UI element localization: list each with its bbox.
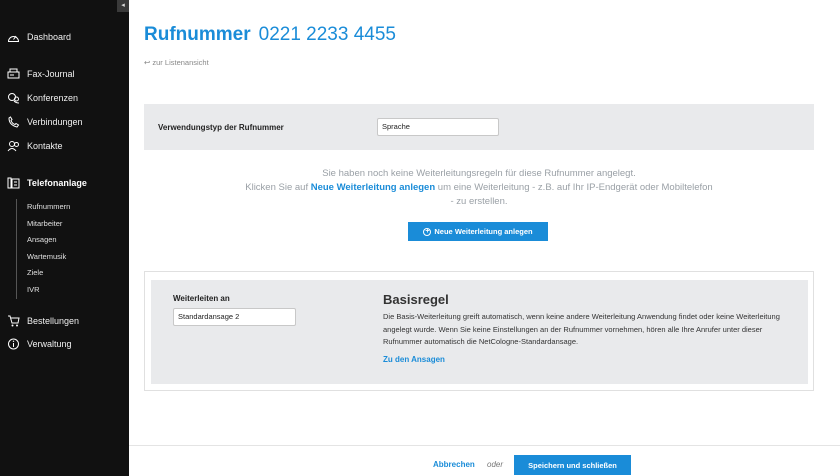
no-rules-line1: Sie haben noch keine Weiterleitungsregel… [322,168,636,179]
sidebar-item-telefonanlage[interactable]: Telefonanlage [6,174,87,192]
sidebar-item-konferenzen[interactable]: Konferenzen [6,89,78,107]
no-rules-prefix: Klicken Sie auf [245,182,309,193]
new-forward-inline-link[interactable]: Neue Weiterleitung anlegen [311,182,435,193]
usage-type-select[interactable]: Sprache [377,118,499,136]
page-title-label: Rufnummer [144,24,251,45]
back-to-list-link[interactable]: ↩ zur Listenansicht [144,58,209,67]
usage-type-panel: Verwendungstyp der Rufnummer Sprache [144,104,814,150]
conference-icon [6,91,20,105]
sidebar-subitem-ansagen[interactable]: Ansagen [27,232,70,249]
cancel-link[interactable]: Abbrechen [433,460,475,469]
phone-icon [6,115,20,129]
sidebar-subnav-telefonanlage: Rufnummern Mitarbeiter Ansagen Wartemusi… [16,199,70,299]
sidebar-item-verbindungen[interactable]: Verbindungen [6,113,83,131]
sidebar-item-verwaltung[interactable]: Verwaltung [6,335,72,353]
pbx-icon [6,176,20,190]
footer-bar: Abbrechen oder Speichern und schließen [129,445,840,476]
sidebar-subitem-ziele[interactable]: Ziele [27,265,70,282]
forward-to-label: Weiterleiten an [173,294,230,303]
base-rule-title: Basisregel [383,292,449,307]
usage-type-label: Verwendungstyp der Rufnummer [158,123,284,132]
save-and-close-button[interactable]: Speichern und schließen [514,455,631,475]
sidebar-item-dashboard[interactable]: Dashboard [6,28,71,46]
no-rules-message: Sie haben noch keine Weiterleitungsregel… [144,167,814,209]
sidebar-item-kontakte[interactable]: Kontakte [6,137,63,155]
sidebar-item-label: Verwaltung [27,339,72,349]
sidebar-item-label: Kontakte [27,141,63,151]
sidebar-item-bestellungen[interactable]: Bestellungen [6,312,79,330]
back-arrow-icon: ↩ [144,58,151,67]
sidebar-subitem-ivr[interactable]: IVR [27,282,70,299]
sidebar-subitem-rufnummern[interactable]: Rufnummern [27,199,70,216]
sidebar-item-label: Telefonanlage [27,178,87,188]
contacts-icon [6,139,20,153]
phone-number: 0221 2233 4455 [258,24,396,45]
main-content: Rufnummer 0221 2233 4455 ↩ zur Listenansi… [129,0,840,476]
base-rule-panel: Weiterleiten an Standardansage 2 Basisre… [151,280,808,384]
sidebar-item-label: Bestellungen [27,316,80,326]
sidebar-subitem-mitarbeiter[interactable]: Mitarbeiter [27,216,70,233]
sidebar-item-label: Dashboard [27,32,72,42]
page-title: Rufnummer 0221 2233 4455 [144,24,396,46]
no-rules-suffix: um eine Weiterleitung - z.B. auf Ihr IP-… [437,182,713,193]
announcements-link[interactable]: Zu den Ansagen [383,355,445,364]
dashboard-gauge-icon [6,30,20,44]
sidebar-collapse-button[interactable]: ◂ [117,0,129,12]
sidebar-item-label: Konferenzen [27,93,79,103]
info-icon [6,337,20,351]
new-forward-button[interactable]: + Neue Weiterleitung anlegen [408,222,548,241]
sidebar-item-label: Fax-Journal [27,69,75,79]
no-rules-line2: Klicken Sie auf Neue Weiterleitung anleg… [144,181,814,195]
forward-to-select[interactable]: Standardansage 2 [173,308,296,326]
cart-icon [6,314,20,328]
sidebar-subitem-wartemusik[interactable]: Wartemusik [27,249,70,266]
new-forward-button-label: Neue Weiterleitung anlegen [434,227,533,236]
sidebar-item-fax-journal[interactable]: Fax-Journal [6,65,75,83]
fax-icon [6,67,20,81]
sidebar: ◂ Dashboard Fax-Journal Konferenzen Verb… [0,0,129,476]
or-separator: oder [487,460,504,469]
base-rule-card: Weiterleiten an Standardansage 2 Basisre… [144,271,814,391]
plus-circle-icon: + [423,227,432,236]
sidebar-item-label: Verbindungen [27,117,83,127]
no-rules-line3: - zu erstellen. [450,196,508,207]
back-link-label: zur Listenansicht [152,58,209,67]
base-rule-description: Die Basis-Weiterleitung greift automatis… [383,312,780,346]
